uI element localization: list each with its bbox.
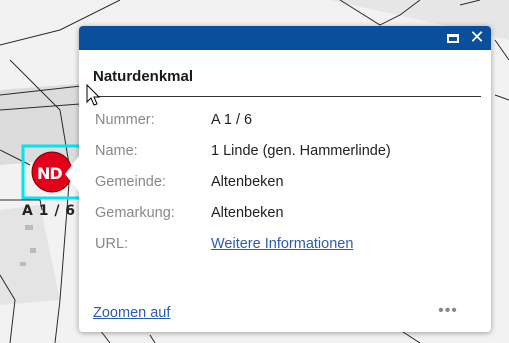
attribute-key: URL: <box>95 236 129 252</box>
attribute-value: 1 Linde (gen. Hammerlinde) <box>211 143 391 159</box>
attribute-value: Altenbeken <box>211 205 284 221</box>
more-info-link[interactable]: Weitere Informationen <box>211 236 353 252</box>
attribute-row: Gemarkung: Altenbeken <box>95 205 391 236</box>
attribute-key: Gemarkung: <box>95 205 175 221</box>
popup-title: Naturdenkmal <box>93 68 194 85</box>
close-icon: ✕ <box>469 27 485 48</box>
attribute-row: URL: Weitere Informationen <box>95 236 391 267</box>
attribute-row: Nummer: A 1 / 6 <box>95 112 391 143</box>
attribute-table: Nummer: A 1 / 6 Name: 1 Linde (gen. Hamm… <box>95 112 391 267</box>
title-divider <box>93 96 481 97</box>
zoom-to-link[interactable]: Zoomen auf <box>93 305 170 321</box>
feature-popup: ✕ Naturdenkmal Nummer: A 1 / 6 Name: 1 L… <box>65 26 491 332</box>
naturdenkmal-symbol-label: ND <box>37 164 63 183</box>
maximize-icon <box>447 33 459 43</box>
attribute-value: Altenbeken <box>211 174 284 190</box>
more-actions-button[interactable]: ••• <box>433 302 463 322</box>
close-button[interactable]: ✕ <box>467 26 487 50</box>
popup-pointer <box>65 156 79 192</box>
feature-label: A 1 / 6 <box>22 203 76 219</box>
attribute-key: Gemeinde: <box>95 174 166 190</box>
attribute-row: Gemeinde: Altenbeken <box>95 174 391 205</box>
attribute-key: Nummer: <box>95 112 155 128</box>
attribute-row: Name: 1 Linde (gen. Hammerlinde) <box>95 143 391 174</box>
maximize-button[interactable] <box>443 26 463 50</box>
mouse-cursor-icon <box>86 84 101 106</box>
attribute-value: A 1 / 6 <box>211 112 253 128</box>
popup-titlebar: ✕ <box>79 26 491 50</box>
attribute-key: Name: <box>95 143 138 159</box>
